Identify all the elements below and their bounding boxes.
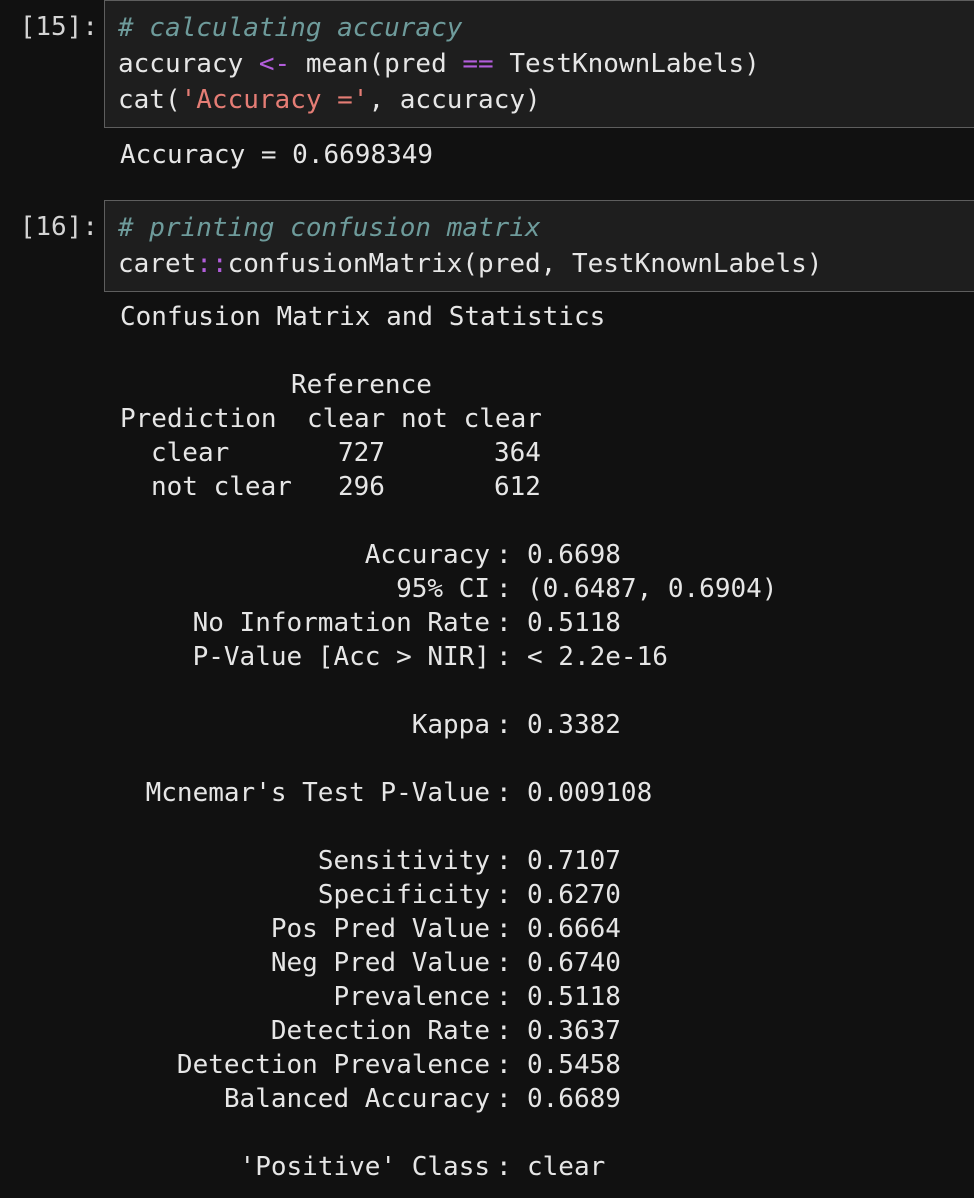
code-token: confusionMatrix(pred, TestKnownLabels) — [227, 249, 823, 279]
code-cell-16-input[interactable]: # printing confusion matrix caret::confu… — [104, 200, 974, 292]
code-token: caret — [118, 249, 197, 279]
stat-colon: : — [496, 710, 512, 740]
stat-value: 0.5118 — [527, 982, 621, 1012]
stat-label: No Information Rate — [192, 608, 490, 638]
stat-colon: : — [496, 608, 512, 638]
cell-prompt-16: [16]: — [19, 212, 98, 242]
stat-value: 0.6740 — [527, 948, 621, 978]
matrix-cell: 296 — [338, 472, 385, 502]
stat-value: (0.6487, 0.6904) — [527, 574, 778, 604]
code-comment: # calculating accuracy — [118, 13, 463, 43]
stat-value: < 2.2e-16 — [527, 642, 668, 672]
stat-value: 0.6698 — [527, 540, 621, 570]
stat-label: P-Value [Acc > NIR] — [192, 642, 490, 672]
stat-value: 0.3637 — [527, 1016, 621, 1046]
stat-label: Specificity — [317, 880, 490, 910]
stat-colon: : — [496, 642, 512, 672]
matrix-prediction-label: Prediction — [120, 404, 277, 434]
matrix-cell: 727 — [338, 438, 385, 468]
stat-value: 0.3382 — [527, 710, 621, 740]
code-cell-15-input[interactable]: # calculating accuracy accuracy <- mean(… — [104, 0, 974, 128]
stat-label: Accuracy — [364, 540, 490, 570]
stat-label: Pos Pred Value — [270, 914, 490, 944]
matrix-col-header: clear — [307, 404, 386, 434]
cell-prompt-15: [15]: — [19, 12, 98, 42]
stat-label: Balanced Accuracy — [223, 1084, 490, 1114]
stat-label: Prevalence — [333, 982, 490, 1012]
stat-value: 0.6689 — [527, 1084, 621, 1114]
stat-colon: : — [496, 1016, 512, 1046]
stat-label: Neg Pred Value — [270, 948, 490, 978]
stat-colon: : — [496, 778, 512, 808]
stat-colon: : — [496, 846, 512, 876]
code-comment: # printing confusion matrix — [118, 213, 541, 243]
stat-colon: : — [496, 1084, 512, 1114]
code-token: cat( — [118, 85, 181, 115]
stat-value: 0.6270 — [527, 880, 621, 910]
stat-colon: : — [496, 1050, 512, 1080]
code-token: , accuracy) — [368, 85, 541, 115]
code-token: TestKnownLabels) — [493, 49, 760, 79]
stat-label: Mcnemar's Test P-Value — [145, 778, 490, 808]
stat-value: 0.5458 — [527, 1050, 621, 1080]
stat-value: 0.009108 — [527, 778, 653, 808]
string-literal: 'Accuracy =' — [180, 85, 369, 115]
code-line-accuracy: accuracy <- mean(pred == TestKnownLabels… — [118, 47, 760, 81]
stat-colon: : — [496, 1152, 512, 1182]
stat-value: 0.7107 — [527, 846, 621, 876]
stat-label: 'Positive' Class — [239, 1152, 490, 1182]
stat-label: Sensitivity — [317, 846, 490, 876]
code-token: accuracy — [118, 49, 259, 79]
stat-value: clear — [527, 1152, 606, 1182]
matrix-cell: 612 — [494, 472, 541, 502]
namespace-operator: :: — [196, 249, 228, 279]
code-line-confusion: caret::confusionMatrix(pred, TestKnownLa… — [118, 247, 822, 281]
code-line-cat: cat('Accuracy =', accuracy) — [118, 83, 541, 117]
stat-value: 0.6664 — [527, 914, 621, 944]
stat-colon: : — [496, 540, 512, 570]
stat-colon: : — [496, 574, 512, 604]
assign-operator: <- — [258, 49, 291, 79]
stat-label: Detection Prevalence — [176, 1050, 490, 1080]
matrix-reference-label: Reference — [291, 370, 432, 400]
cell-15-output: Accuracy = 0.6698349 — [120, 140, 434, 170]
matrix-col-header: not clear — [401, 404, 542, 434]
stat-colon: : — [496, 880, 512, 910]
matrix-row-label: not clear — [151, 472, 292, 502]
stat-label: Kappa — [411, 710, 490, 740]
stat-colon: : — [496, 948, 512, 978]
output-title: Confusion Matrix and Statistics — [120, 302, 606, 332]
stat-label: 95% CI — [396, 574, 490, 604]
stat-value: 0.5118 — [527, 608, 621, 638]
stat-colon: : — [496, 982, 512, 1012]
stat-colon: : — [496, 914, 512, 944]
code-token: mean(pred — [290, 49, 463, 79]
matrix-cell: 364 — [494, 438, 541, 468]
matrix-row-label: clear — [151, 438, 230, 468]
equals-operator: == — [462, 49, 494, 79]
stat-label: Detection Rate — [270, 1016, 490, 1046]
